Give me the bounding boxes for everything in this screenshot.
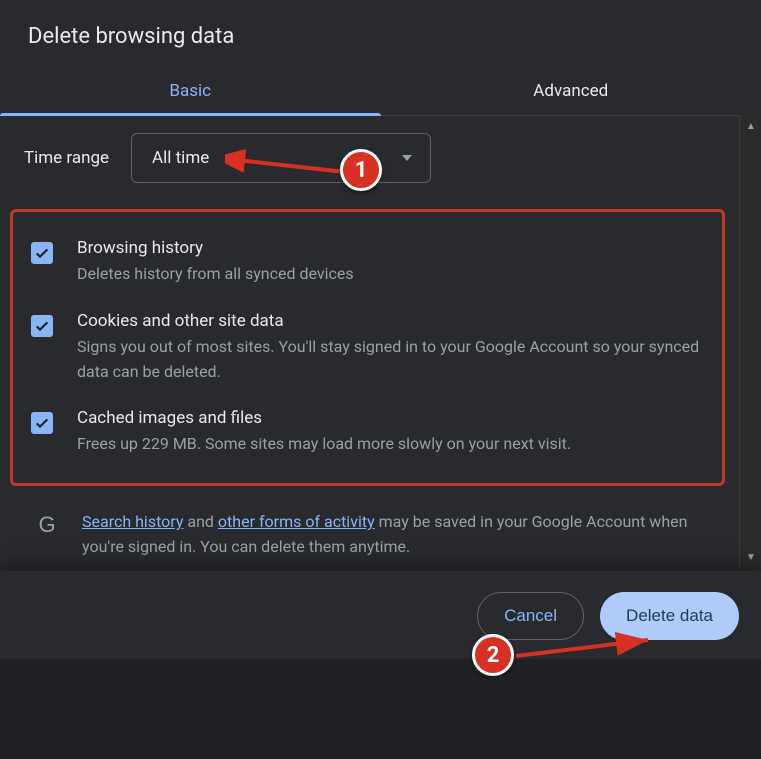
info-text: Search history and other forms of activi… <box>82 510 711 560</box>
option-text: Cookies and other site data Signs you ou… <box>77 311 704 385</box>
link-other-activity[interactable]: other forms of activity <box>218 512 375 531</box>
time-range-label: Time range <box>24 148 109 168</box>
dropdown-caret-icon <box>402 155 412 161</box>
annotation-highlight-box: Browsing history Deletes history from al… <box>10 209 725 486</box>
option-title: Cookies and other site data <box>77 311 704 331</box>
option-text: Cached images and files Frees up 229 MB.… <box>77 408 704 457</box>
scrollbar-down-icon[interactable]: ▼ <box>740 546 761 568</box>
backdrop <box>0 659 761 759</box>
option-cached: Cached images and files Frees up 229 MB.… <box>25 396 710 469</box>
option-title: Browsing history <box>77 238 704 258</box>
checkmark-icon <box>34 245 50 261</box>
option-desc: Signs you out of most sites. You'll stay… <box>77 335 704 385</box>
dialog-title: Delete browsing data <box>0 0 761 69</box>
option-cookies: Cookies and other site data Signs you ou… <box>25 299 710 397</box>
checkbox-browsing-history[interactable] <box>31 242 53 264</box>
time-range-value: All time <box>152 148 209 168</box>
link-search-history[interactable]: Search history <box>82 512 183 531</box>
scrollbar-up-icon[interactable]: ▲ <box>740 115 761 137</box>
checkmark-icon <box>34 318 50 334</box>
checkbox-cached[interactable] <box>31 412 53 434</box>
tab-basic[interactable]: Basic <box>0 69 381 115</box>
option-browsing-history: Browsing history Deletes history from al… <box>25 226 710 299</box>
annotation-marker-2: 2 <box>472 634 514 676</box>
checkbox-cookies[interactable] <box>31 315 53 337</box>
option-text: Browsing history Deletes history from al… <box>77 238 704 287</box>
option-title: Cached images and files <box>77 408 704 428</box>
annotation-arrow-1 <box>225 148 355 188</box>
tab-bar: Basic Advanced <box>0 69 761 116</box>
google-g-icon: G <box>34 512 60 538</box>
option-desc: Deletes history from all synced devices <box>77 262 704 287</box>
tab-advanced[interactable]: Advanced <box>381 69 761 115</box>
scrollbar[interactable]: ▲ ▼ <box>739 115 761 568</box>
checkmark-icon <box>34 415 50 431</box>
annotation-marker-1: 1 <box>340 149 382 191</box>
option-desc: Frees up 229 MB. Some sites may load mor… <box>77 432 704 457</box>
delete-browsing-data-dialog: Delete browsing data Basic Advanced Time… <box>0 0 761 759</box>
google-account-info: G Search history and other forms of acti… <box>24 504 719 560</box>
annotation-arrow-2 <box>508 628 668 668</box>
